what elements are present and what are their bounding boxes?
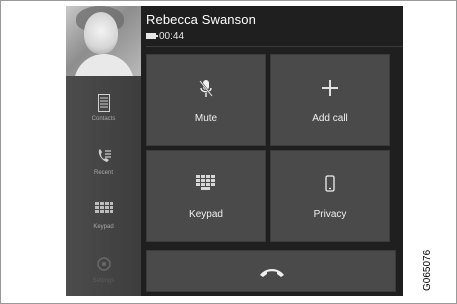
keypad-icon <box>66 202 141 224</box>
call-status-row: 00:44 <box>146 31 184 42</box>
left-sidebar: Contacts Recent Keypad Settings <box>66 6 141 296</box>
end-call-button[interactable] <box>146 250 396 292</box>
add-call-label: Add call <box>312 113 348 124</box>
phone-device-icon <box>271 175 389 199</box>
caller-name: Rebecca Swanson <box>146 12 256 27</box>
call-header: Rebecca Swanson 00:44 <box>146 12 396 48</box>
sidebar-item-settings[interactable]: Settings <box>66 256 141 296</box>
phone-call-screen: Contacts Recent Keypad Settings Rebecca … <box>66 6 403 296</box>
keypad-button[interactable]: Keypad <box>146 150 266 242</box>
sidebar-item-recent[interactable]: Recent <box>66 148 141 192</box>
end-call-icon <box>260 269 284 277</box>
contacts-list-icon <box>66 94 141 116</box>
keypad-label: Keypad <box>189 209 223 220</box>
caller-avatar <box>66 6 141 76</box>
keypad-icon <box>147 175 265 199</box>
mute-button[interactable]: Mute <box>146 54 266 146</box>
mute-label: Mute <box>194 113 218 124</box>
call-actions-grid: Mute Add call Keypad Privacy <box>146 54 396 246</box>
sidebar-item-contacts[interactable]: Contacts <box>66 94 141 138</box>
sidebar-item-label: Settings <box>92 278 115 284</box>
recent-calls-icon <box>66 148 141 170</box>
avatar-shoulders <box>74 54 134 76</box>
battery-icon <box>146 33 158 39</box>
sidebar-item-label: Contacts <box>91 116 116 122</box>
avatar-face <box>84 12 118 54</box>
figure-code: G065076 <box>422 249 433 291</box>
settings-icon <box>66 256 141 278</box>
microphone-muted-icon <box>147 79 265 103</box>
privacy-button[interactable]: Privacy <box>270 150 390 242</box>
sidebar-item-label: Recent <box>93 170 113 176</box>
privacy-label: Privacy <box>313 209 347 220</box>
call-duration: 00:44 <box>159 31 185 42</box>
add-call-button[interactable]: Add call <box>270 54 390 146</box>
sidebar-item-label: Keypad <box>93 224 114 230</box>
plus-icon <box>271 79 389 103</box>
header-divider <box>146 46 403 47</box>
sidebar-item-keypad[interactable]: Keypad <box>66 202 141 246</box>
